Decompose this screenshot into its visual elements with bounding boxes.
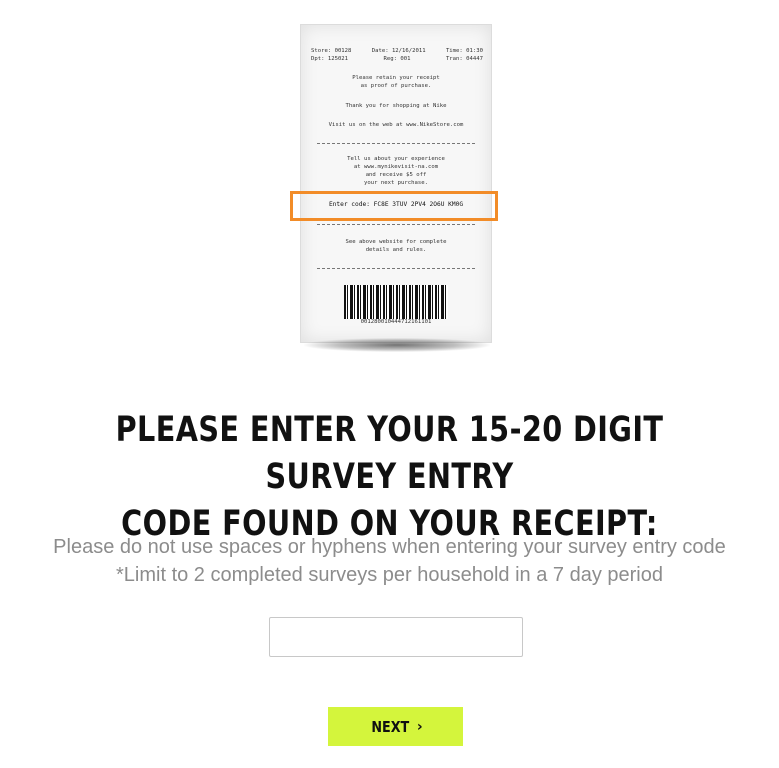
survey-code-input[interactable]	[269, 617, 523, 657]
receipt-header-row-1: Store: 00128 Date: 12/16/2011 Time: 01:3…	[311, 48, 483, 55]
receipt-divider	[317, 143, 475, 144]
receipt-dpt: Dpt: 125021	[311, 56, 349, 62]
next-button[interactable]: NEXT ›	[328, 707, 463, 746]
receipt-time: Time: 01:30	[445, 48, 483, 54]
receipt-retain-1: Please retain your receipt	[352, 75, 440, 81]
chevron-right-icon: ›	[416, 718, 423, 735]
receipt-tell-4: your next purchase.	[364, 180, 428, 186]
receipt-retain-2: as proof of purchase.	[360, 83, 432, 89]
receipt-visit: Visit us on the web at www.NikeStore.com	[328, 122, 464, 128]
next-button-label: NEXT	[371, 717, 410, 736]
receipt-thanks: Thank you for shopping at Nike	[345, 103, 447, 109]
receipt-shadow	[304, 338, 490, 352]
receipt-date: Date: 12/16/2011	[371, 48, 426, 54]
page-title: PLEASE ENTER YOUR 15-20 DIGIT SURVEY ENT…	[70, 407, 709, 548]
code-highlight-box	[290, 191, 498, 221]
receipt-store: Store: 00128	[311, 48, 352, 54]
receipt-image: Store: 00128 Date: 12/16/2011 Time: 01:3…	[300, 24, 492, 343]
receipt-divider	[317, 224, 475, 225]
receipt-divider	[317, 268, 475, 269]
receipt-tell-3: and receive $5 off	[365, 172, 427, 178]
receipt-tell-2: at www.mynikevisit-na.com	[353, 164, 439, 170]
receipt-tran: Tran: 04447	[445, 56, 483, 62]
receipt-see-1: See above website for complete	[345, 239, 447, 245]
receipt-reg: Reg: 001	[383, 56, 411, 62]
instruction-no-spaces: Please do not use spaces or hyphens when…	[53, 536, 726, 558]
receipt-header-row-2: Dpt: 125021 Reg: 001 Tran: 04447	[311, 56, 483, 63]
barcode-number: 001280010444712161101	[360, 319, 432, 325]
receipt-tell-1: Tell us about your experience	[347, 156, 445, 162]
page-title-line-1: PLEASE ENTER YOUR 15-20 DIGIT SURVEY ENT…	[115, 410, 664, 497]
instruction-limit: *Limit to 2 completed surveys per househ…	[116, 564, 663, 586]
barcode-image	[344, 285, 448, 319]
receipt-see-2: details and rules.	[365, 247, 427, 253]
